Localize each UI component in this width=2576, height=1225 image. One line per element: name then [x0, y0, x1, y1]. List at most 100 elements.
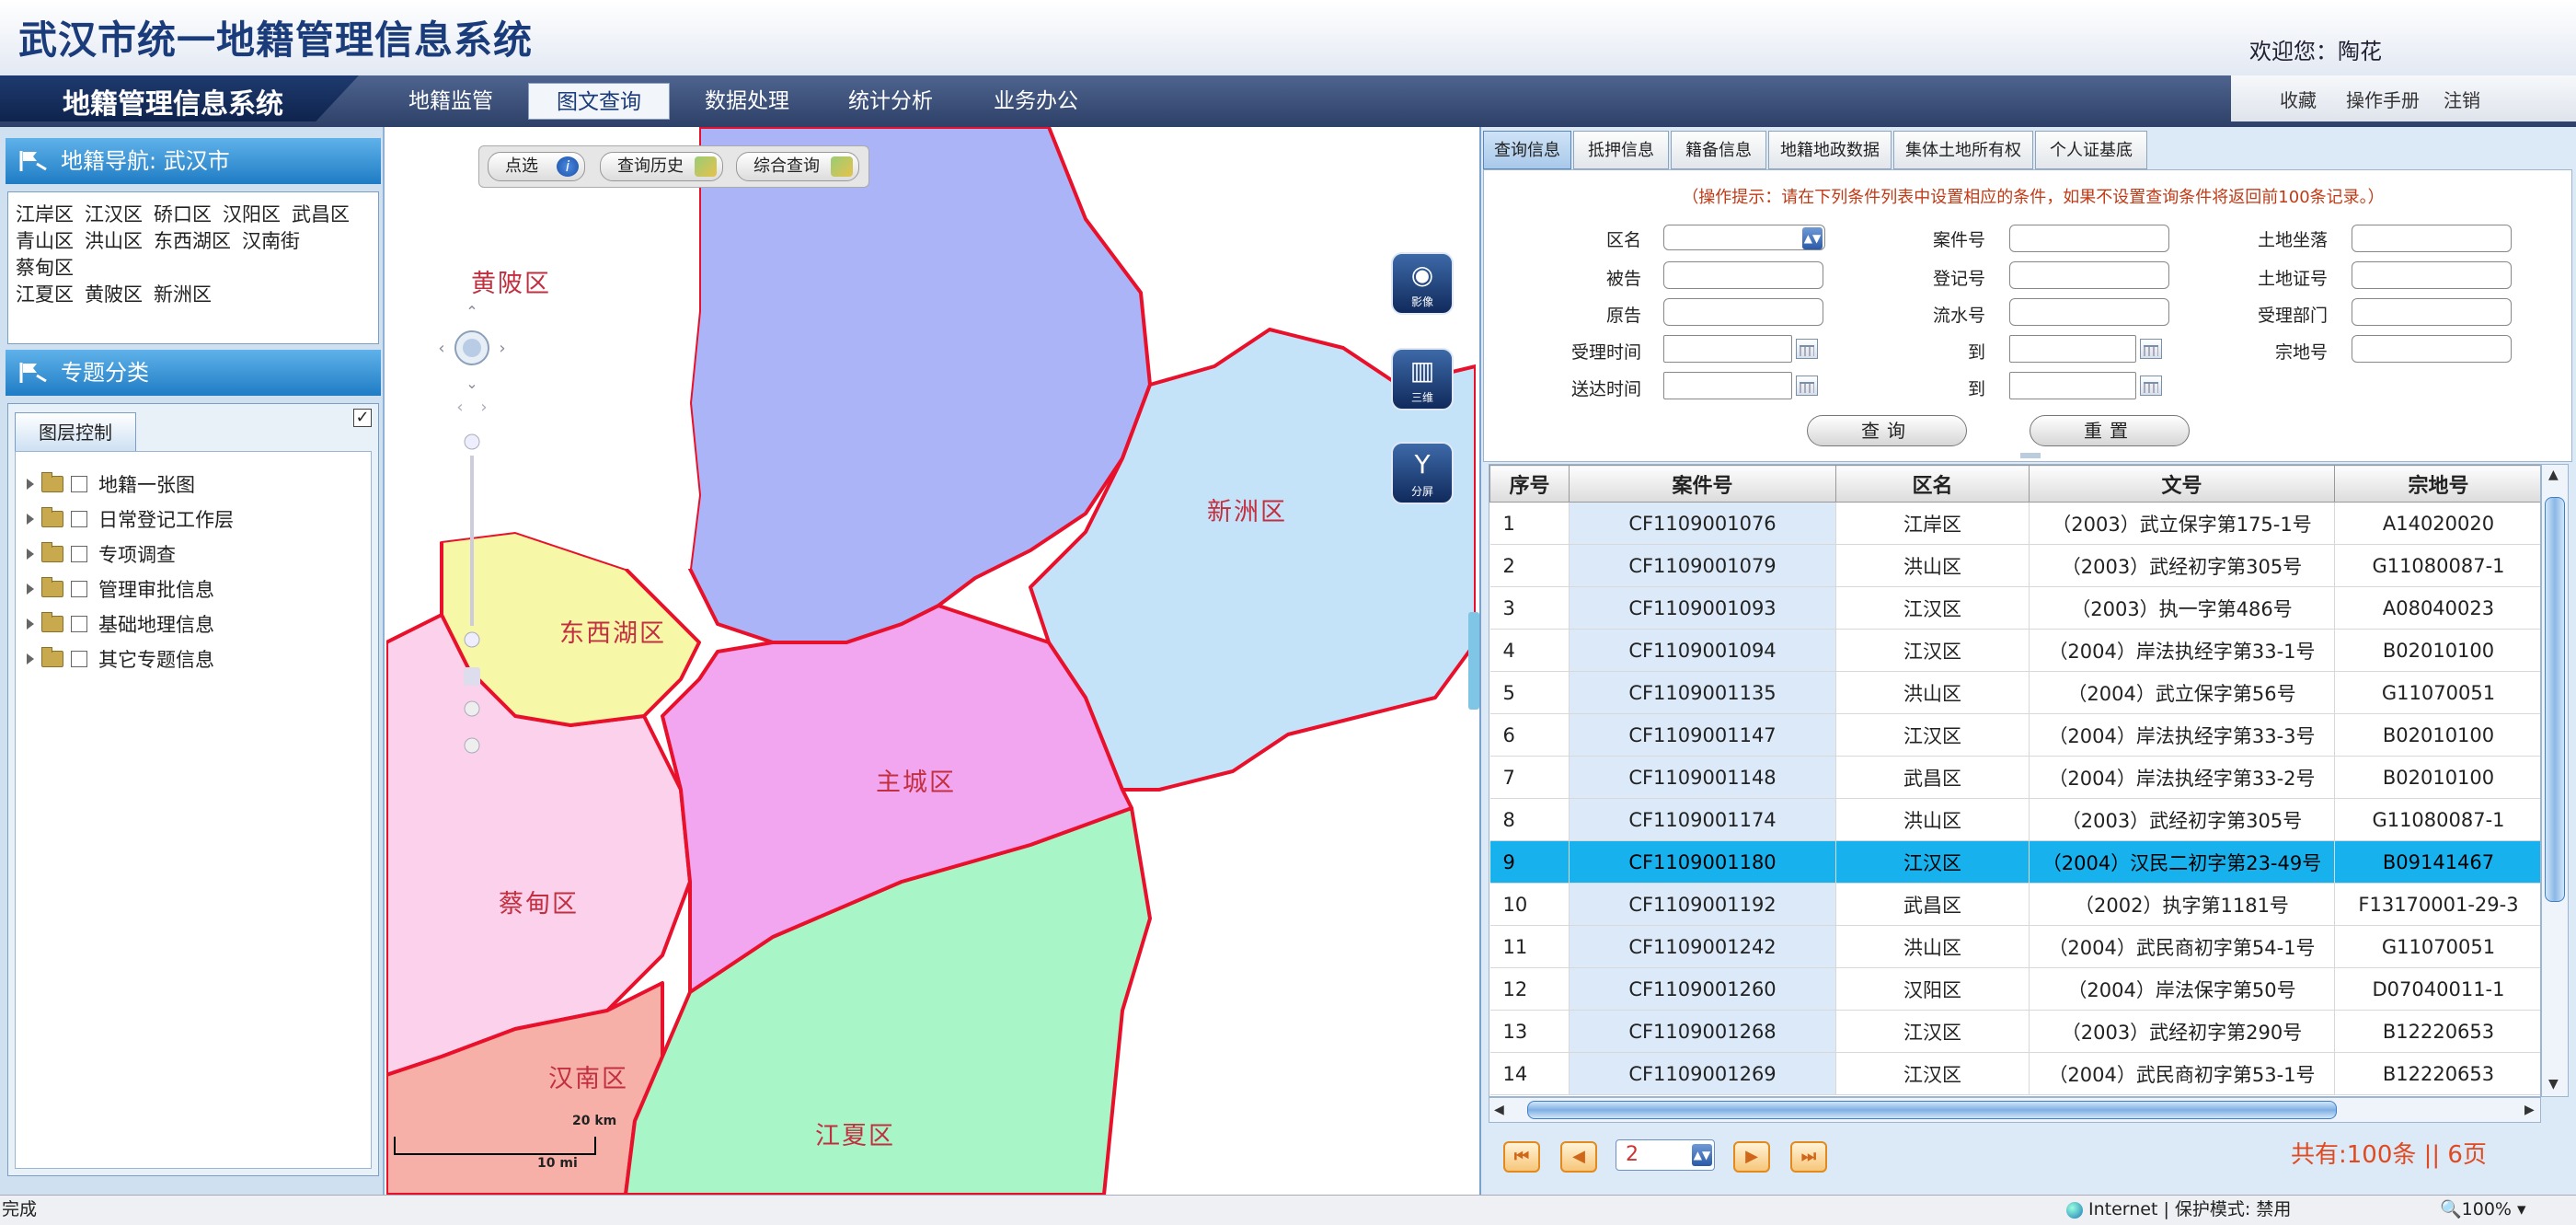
- map-nav-control[interactable]: ⌃ ⌄ ‹ › ‹ ›: [431, 304, 513, 773]
- table-row[interactable]: 5 CF1109001135 洪山区 （2004）武立保字第56号 G11070051: [1489, 671, 2540, 714]
- location-input[interactable]: [2352, 225, 2512, 252]
- serial-no-input[interactable]: [2009, 298, 2169, 326]
- layer-checkbox[interactable]: [71, 616, 87, 632]
- table-row[interactable]: 11 CF1109001242 洪山区 （2004）武民商初字第54-1号 G11070…: [1489, 925, 2540, 968]
- district-link[interactable]: 江夏区: [16, 283, 74, 306]
- table-row[interactable]: 2 CF1109001079 洪山区 （2003）武经初字第305号 G11080087…: [1489, 544, 2540, 587]
- district-link[interactable]: 江岸区: [16, 203, 74, 225]
- district-link[interactable]: 新洲区: [154, 283, 212, 306]
- expand-icon[interactable]: [27, 549, 34, 560]
- plaintiff-input[interactable]: [1663, 298, 1823, 326]
- combined-query-button[interactable]: 综合查询: [736, 152, 859, 181]
- table-row[interactable]: 14 CF1109001269 江汉区 （2004）武民商初字第53-1号 B12220…: [1489, 1052, 2540, 1095]
- col-header-case-no[interactable]: 案件号: [1569, 465, 1836, 503]
- cert-no-input[interactable]: [2352, 261, 2512, 289]
- col-header-district[interactable]: 区名: [1835, 465, 2030, 503]
- table-row-selected[interactable]: 9 CF1109001180 江汉区 （2004）汉民二初字第23-49号 B09141…: [1489, 840, 2540, 884]
- layer-checkbox[interactable]: [71, 581, 87, 597]
- col-header-doc-no[interactable]: 文号: [2029, 465, 2335, 503]
- tab-query-info[interactable]: 查询信息: [1483, 131, 1571, 169]
- tree-item[interactable]: 日常登记工作层: [27, 502, 371, 537]
- query-button[interactable]: 查询: [1807, 415, 1967, 446]
- zoom-box-icon[interactable]: [464, 700, 480, 717]
- select-all-checkbox[interactable]: ✓: [353, 409, 372, 427]
- layer-checkbox[interactable]: [71, 651, 87, 667]
- calendar-icon[interactable]: [2140, 339, 2162, 359]
- deliver-end-input[interactable]: [2009, 372, 2136, 399]
- scroll-left-icon[interactable]: ◀: [1494, 1103, 1504, 1117]
- manual-link[interactable]: 操作手册: [2346, 86, 2420, 112]
- col-header-parcel-no[interactable]: 宗地号: [2334, 465, 2540, 503]
- district-link[interactable]: 汉南街: [242, 230, 300, 252]
- collapse-handle[interactable]: [1468, 612, 1479, 710]
- zoom-extent-icon[interactable]: [464, 737, 480, 754]
- scroll-right-icon[interactable]: ▶: [2524, 1103, 2535, 1117]
- tab-filing-info[interactable]: 籍备信息: [1671, 131, 1766, 169]
- forward-icon[interactable]: ›: [480, 398, 487, 417]
- table-row[interactable]: 6 CF1109001147 江汉区 （2004）岸法执经字第33-3号 B020101…: [1489, 713, 2540, 757]
- expand-icon[interactable]: [27, 584, 34, 595]
- table-row[interactable]: 12 CF1109001260 汉阳区 （2004）岸法保字第50号 D07040011…: [1489, 967, 2540, 1011]
- deliver-start-input[interactable]: [1663, 372, 1792, 399]
- tab-mortgage-info[interactable]: 抵押信息: [1573, 131, 1669, 169]
- reg-no-input[interactable]: [2009, 261, 2169, 289]
- chevron-down-icon[interactable]: ▲▼: [1692, 1144, 1712, 1166]
- 3d-button[interactable]: ▥ 三维: [1391, 348, 1454, 410]
- district-link[interactable]: 武昌区: [292, 203, 350, 225]
- imagery-button[interactable]: ◉ 影像: [1391, 252, 1454, 315]
- accept-end-input[interactable]: [2009, 335, 2136, 363]
- defendant-input[interactable]: [1663, 261, 1823, 289]
- parcel-no-input[interactable]: [2352, 335, 2512, 363]
- tree-item[interactable]: 专项调查: [27, 537, 371, 572]
- nav-tab-statistics[interactable]: 统计分析: [826, 83, 955, 120]
- district-link[interactable]: 汉阳区: [223, 203, 281, 225]
- district-link[interactable]: 江汉区: [85, 203, 143, 225]
- accept-start-input[interactable]: [1663, 335, 1792, 363]
- district-link[interactable]: 青山区: [16, 230, 74, 252]
- table-row[interactable]: 8 CF1109001174 洪山区 （2003）武经初字第305号 G11080087…: [1489, 798, 2540, 841]
- form-splitter[interactable]: [2020, 453, 2041, 458]
- expand-icon[interactable]: [27, 514, 34, 525]
- table-row[interactable]: 1 CF1109001076 江岸区 （2003）武立保字第175-1号 A140200…: [1489, 502, 2540, 545]
- district-link[interactable]: 硚口区: [154, 203, 212, 225]
- reset-button[interactable]: 重置: [2030, 415, 2190, 446]
- nav-tab-supervision[interactable]: 地籍监管: [386, 83, 515, 120]
- table-row[interactable]: 4 CF1109001094 江汉区 （2004）岸法执经字第33-1号 B020101…: [1489, 629, 2540, 672]
- chevron-down-icon[interactable]: ▲▼: [1802, 227, 1823, 249]
- pan-left-icon[interactable]: ‹: [438, 339, 444, 358]
- vertical-scroll-thumb[interactable]: [2545, 497, 2565, 902]
- table-row[interactable]: 3 CF1109001093 江汉区 （2003）执一字第486号 A08040023: [1489, 586, 2540, 630]
- district-link[interactable]: 黄陂区: [85, 283, 143, 306]
- map-view[interactable]: 黄陂区 新洲区 东西湖区 主城区 蔡甸区 汉南区 江夏区: [386, 127, 1476, 1195]
- layer-checkbox[interactable]: [71, 476, 87, 492]
- expand-icon[interactable]: [27, 653, 34, 665]
- calendar-icon[interactable]: [1796, 339, 1818, 359]
- pan-right-icon[interactable]: ›: [499, 339, 505, 358]
- tree-item[interactable]: 地籍一张图: [27, 467, 371, 502]
- tab-collective-land[interactable]: 集体土地所有权: [1893, 131, 2033, 169]
- nav-tab-map-query[interactable]: 图文查询: [528, 83, 670, 120]
- nav-tab-office[interactable]: 业务办公: [972, 83, 1100, 120]
- favorites-link[interactable]: 收藏: [2280, 86, 2317, 112]
- expand-icon[interactable]: [27, 618, 34, 630]
- scroll-up-icon[interactable]: ▲: [2548, 468, 2559, 482]
- table-row[interactable]: 10 CF1109001192 武昌区 （2002）执字第1181号 F13170001…: [1489, 883, 2540, 926]
- zoom-in-icon[interactable]: [464, 433, 480, 450]
- next-page-icon[interactable]: ▶: [1733, 1141, 1770, 1173]
- tab-cadastral-data[interactable]: 地籍地政数据: [1768, 131, 1892, 169]
- tab-personal-cert[interactable]: 个人证基底: [2035, 131, 2147, 169]
- dept-input[interactable]: [2352, 298, 2512, 326]
- district-select[interactable]: ▲▼: [1663, 225, 1825, 250]
- horizontal-scroll-thumb[interactable]: [1527, 1101, 2337, 1119]
- scroll-down-icon[interactable]: ▼: [2548, 1077, 2559, 1092]
- district-link[interactable]: 东西湖区: [154, 230, 231, 252]
- nav-tab-data-processing[interactable]: 数据处理: [683, 83, 811, 120]
- point-select-button[interactable]: 点选 i: [488, 152, 585, 181]
- expand-icon[interactable]: [27, 479, 34, 490]
- table-row[interactable]: 13 CF1109001268 江汉区 （2003）武经初字第290号 B1222065…: [1489, 1010, 2540, 1053]
- district-link[interactable]: 蔡甸区: [16, 257, 74, 279]
- first-page-icon[interactable]: ⏮: [1503, 1141, 1540, 1173]
- district-link[interactable]: 洪山区: [85, 230, 143, 252]
- prev-page-icon[interactable]: ◀: [1560, 1141, 1597, 1173]
- table-row[interactable]: 7 CF1109001148 武昌区 （2004）岸法执经字第33-2号 B020101…: [1489, 756, 2540, 799]
